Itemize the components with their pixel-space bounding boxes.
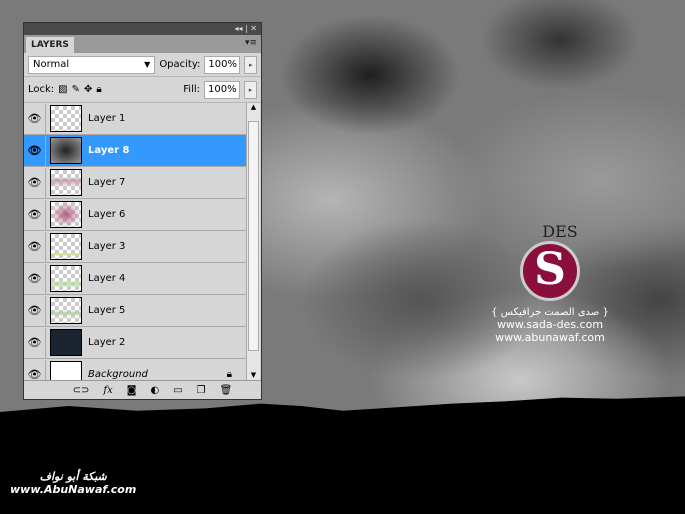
visibility-eye-icon[interactable]: 👁︎	[24, 327, 46, 358]
visibility-eye-icon[interactable]: 👁︎	[24, 167, 46, 198]
lock-move-icon[interactable]: ✥	[84, 84, 92, 95]
lock-all-icon[interactable]: 🔒︎	[96, 84, 101, 95]
layer-name: Layer 1	[88, 113, 126, 124]
layer-thumbnail	[50, 265, 82, 292]
layer-thumbnail	[50, 201, 82, 228]
layer-thumbnail	[50, 105, 82, 132]
opacity-input[interactable]: 100%	[204, 55, 241, 74]
scroll-down-icon[interactable]: ▼	[247, 371, 260, 379]
layer-row[interactable]: 👁︎ Layer 7	[24, 167, 246, 199]
trash-icon[interactable]: 🗑︎	[220, 385, 233, 396]
lock-transparency-icon[interactable]: ▨	[58, 84, 67, 95]
visibility-eye-icon[interactable]: 👁︎	[24, 199, 46, 230]
fill-label: Fill:	[183, 84, 200, 95]
adjustment-layer-icon[interactable]: ◐	[150, 385, 159, 396]
layer-name: Layer 6	[88, 209, 126, 220]
layer-thumbnail	[50, 361, 82, 381]
watermark-arabic: شبكة أبو نواف	[39, 470, 107, 483]
blend-mode-select[interactable]: Normal ▼	[28, 55, 156, 74]
watermark-url: www.AbuNawaf.com	[10, 483, 137, 496]
layer-row[interactable]: 👁︎ Layer 4	[24, 263, 246, 295]
mask-icon[interactable]: ◙	[127, 385, 137, 396]
opacity-slider-button[interactable]: ▸	[244, 55, 257, 74]
fill-slider-button[interactable]: ▸	[244, 80, 257, 99]
layers-panel: ◂◂ | ✕ LAYERS ▾≡ Normal ▼ Opacity: 100% ▸…	[23, 22, 262, 400]
lock-label: Lock:	[28, 84, 55, 95]
scroll-thumb[interactable]	[248, 121, 259, 351]
layer-row[interactable]: 👁︎ Layer 3	[24, 231, 246, 263]
link-layers-icon[interactable]: ⊂⊃	[73, 385, 90, 396]
lock-paint-icon[interactable]: ✎	[72, 84, 80, 95]
visibility-eye-icon[interactable]: 👁︎	[24, 295, 46, 326]
layer-row[interactable]: 👁︎ Layer 8	[24, 135, 246, 167]
new-layer-icon[interactable]: ❐	[197, 385, 206, 396]
layer-name: Layer 5	[88, 305, 126, 316]
blend-mode-value: Normal	[33, 58, 70, 70]
tab-layers[interactable]: LAYERS	[26, 37, 74, 53]
layer-row[interactable]: 👁︎ Layer 1	[24, 103, 246, 135]
opacity-label: Opacity:	[159, 59, 201, 70]
layer-name: Background	[88, 369, 148, 380]
visibility-eye-icon[interactable]: 👁︎	[24, 359, 46, 381]
layers-list: 👁︎ Layer 1 👁︎ Layer 8 👁︎ Layer 7 👁︎ Layer 6 👁︎ La…	[24, 103, 246, 381]
layer-name: Layer 3	[88, 241, 126, 252]
scrollbar[interactable]: ▲ ▼	[246, 103, 260, 381]
layer-lock-icon: 🔒︎	[226, 369, 232, 380]
scroll-up-icon[interactable]: ▲	[247, 103, 260, 111]
fx-icon[interactable]: fx	[103, 385, 112, 396]
fill-input[interactable]: 100%	[204, 80, 240, 99]
panel-menu-icon[interactable]: ▾≡	[245, 38, 257, 48]
chevron-down-icon: ▼	[144, 59, 151, 69]
visibility-eye-icon[interactable]: 👁︎	[24, 231, 46, 262]
logo-circle: S	[520, 241, 580, 301]
layer-name: Layer 2	[88, 337, 126, 348]
layer-thumbnail	[50, 233, 82, 260]
layer-thumbnail	[50, 329, 82, 356]
layer-thumbnail	[50, 297, 82, 324]
layer-row[interactable]: 👁︎ Background 🔒︎	[24, 359, 246, 381]
sada-des-logo: DES S { صدى الصمت جرافيكس } www.sada-des…	[480, 222, 620, 344]
logo-url-1: www.sada-des.com	[496, 318, 604, 331]
layer-row[interactable]: 👁︎ Layer 5	[24, 295, 246, 327]
layer-name: Layer 7	[88, 177, 126, 188]
visibility-eye-icon[interactable]: 👁︎	[24, 103, 46, 134]
hill-silhouette	[0, 396, 685, 514]
logo-url-2: www.abunawaf.com	[495, 331, 605, 344]
layer-name: Layer 8	[88, 145, 130, 156]
layer-row[interactable]: 👁︎ Layer 2	[24, 327, 246, 359]
logo-word: DES	[542, 222, 578, 241]
logo-arabic: { صدى الصمت جرافيكس }	[491, 307, 609, 318]
visibility-eye-icon[interactable]: 👁︎	[24, 135, 46, 166]
layer-row[interactable]: 👁︎ Layer 6	[24, 199, 246, 231]
watermark: شبكة أبو نواف www.AbuNawaf.com	[10, 470, 136, 496]
visibility-eye-icon[interactable]: 👁︎	[24, 263, 46, 294]
layer-thumbnail	[50, 169, 82, 196]
panel-titlebar[interactable]: ◂◂ | ✕	[24, 23, 261, 35]
layer-name: Layer 4	[88, 273, 126, 284]
layer-thumbnail	[50, 137, 82, 164]
new-group-icon[interactable]: ▭	[173, 385, 182, 396]
